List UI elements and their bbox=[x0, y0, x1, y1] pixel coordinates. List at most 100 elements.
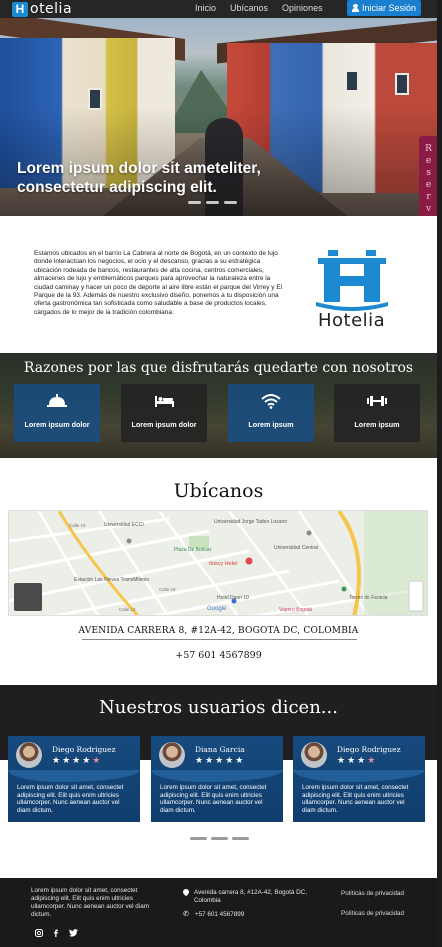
testimonial-card: Diana Garcia ★★★★★ Lorem ipsum dolor sit… bbox=[151, 736, 283, 822]
phone-icon: ✆ bbox=[183, 911, 189, 918]
reservar-letter: e bbox=[425, 156, 432, 166]
bell-icon bbox=[47, 394, 67, 407]
stars-off: ★ bbox=[92, 755, 103, 765]
hero-indicator[interactable] bbox=[206, 201, 219, 204]
stars-on: ★★★★★ bbox=[195, 755, 246, 765]
map-label: Hotel Dann 10 bbox=[217, 595, 249, 601]
nav-link-opiniones[interactable]: Opiniones bbox=[282, 3, 323, 13]
hero-carousel: Lorem ipsum dolor sit ameteliter, consec… bbox=[0, 18, 437, 216]
testimonial-indicator[interactable] bbox=[211, 837, 228, 840]
testimonial-indicators bbox=[190, 837, 249, 840]
map-label: Universidad ECCI bbox=[104, 522, 144, 528]
map-canvas[interactable]: Universidad ECCI Universidad Jorge Tadeo… bbox=[9, 511, 428, 616]
testimonial-indicator[interactable] bbox=[232, 837, 249, 840]
about-text: Estamos ubicados en el barrio La Cabrera… bbox=[34, 250, 283, 316]
instagram-icon[interactable] bbox=[35, 929, 43, 937]
twitter-icon[interactable] bbox=[69, 929, 78, 937]
testimonial-name: Diana Garcia bbox=[195, 745, 245, 754]
card-wave bbox=[151, 770, 283, 782]
reason-card[interactable]: Lorem ipsum bbox=[228, 384, 314, 442]
login-label: Iniciar Sesión bbox=[361, 3, 417, 13]
testimonial-name: Diego Rodriguez bbox=[337, 745, 401, 754]
location-title: Ubícanos bbox=[173, 480, 264, 502]
testimonials-section: Nuestros usuarios dicen... Diego Rodrigu… bbox=[0, 685, 437, 878]
reason-label: Lorem ipsum dolor bbox=[131, 420, 197, 429]
address-divider bbox=[82, 639, 357, 640]
reservar-letter: r bbox=[426, 192, 431, 202]
hero-indicator[interactable] bbox=[224, 201, 237, 204]
reason-label: Lorem ipsum bbox=[354, 420, 400, 429]
about-section: Estamos ubicados en el barrio La Cabrera… bbox=[0, 216, 437, 353]
location-section: Ubícanos Universidad ECCI Universidad Jo… bbox=[0, 458, 437, 685]
map-label: Universidad Jorge Tadeo Lozano bbox=[214, 519, 287, 525]
reasons-title: Razones por las que disfrutarás quedarte… bbox=[23, 360, 414, 376]
wifi-icon bbox=[261, 394, 281, 409]
testimonial-card: Diego Rodriguez ★★★★★ Lorem ipsum dolor … bbox=[8, 736, 140, 822]
map-label: Calle 13 bbox=[119, 607, 136, 612]
map[interactable]: Universidad ECCI Universidad Jorge Tadeo… bbox=[8, 510, 428, 616]
rating-stars: ★★★★★ bbox=[52, 755, 102, 766]
map-label: Universidad Central bbox=[274, 545, 318, 551]
bed-icon bbox=[155, 396, 174, 407]
navbar: H otelia Inicio Ubícanos Opiniones Inici… bbox=[0, 0, 442, 18]
reason-label: Lorem ipsum dolor bbox=[24, 420, 90, 429]
nav-link-inicio[interactable]: Inicio bbox=[195, 3, 216, 13]
map-label: Plaza De Bolívar bbox=[174, 547, 212, 553]
reason-label: Lorem ipsum bbox=[248, 420, 294, 429]
reason-card[interactable]: Lorem ipsum bbox=[334, 384, 420, 442]
map-label: Torres de Fenicia bbox=[349, 595, 388, 601]
reason-card[interactable]: Lorem ipsum dolor bbox=[121, 384, 207, 442]
page-edge bbox=[437, 0, 442, 947]
hero-title: Lorem ipsum dolor sit ameteliter, consec… bbox=[17, 160, 261, 196]
map-label: Calle 19 bbox=[69, 523, 86, 528]
login-button[interactable]: Iniciar Sesión bbox=[347, 0, 421, 16]
footer-about: Lorem ipsum dolor sit amet, consectet ad… bbox=[31, 887, 149, 918]
hero-indicators bbox=[188, 201, 237, 204]
testimonial-name: Diego Rodriguez bbox=[52, 745, 116, 754]
reason-card[interactable]: Lorem ipsum dolor bbox=[14, 384, 100, 442]
footer-address: Avenida carrera 8, #12A-42, Bogotá DC, C… bbox=[183, 889, 318, 905]
nav-links: Inicio Ubícanos Opiniones bbox=[195, 3, 323, 13]
testimonial-text: Lorem ipsum dolor sit amet, consectet ad… bbox=[17, 784, 124, 814]
facebook-icon[interactable] bbox=[52, 929, 60, 937]
brand-name: Hotelia bbox=[318, 310, 386, 331]
reasons-section: Razones por las que disfrutarás quedarte… bbox=[0, 353, 437, 458]
stars-off: ★ bbox=[367, 755, 378, 765]
footer-phone-text: +57 601 4567899 bbox=[195, 911, 245, 918]
logo-mark: H bbox=[12, 1, 28, 17]
reservar-letter: R bbox=[425, 144, 432, 154]
privacy-link[interactable]: Políticas de privacidad bbox=[341, 910, 404, 917]
testimonial-text: Lorem ipsum dolor sit amet, consectet ad… bbox=[302, 784, 409, 814]
map-label: Ibiscy Hotel bbox=[209, 561, 237, 567]
reservar-letter: s bbox=[426, 168, 431, 178]
reservar-letter: e bbox=[425, 180, 432, 190]
stars-on: ★★★★ bbox=[52, 755, 93, 765]
hero-indicator[interactable] bbox=[188, 201, 201, 204]
location-address: AVENIDA CARRERA 8, #12A-42, BOGOTA DC, C… bbox=[78, 626, 359, 636]
privacy-link[interactable]: Políticas de privacidad bbox=[341, 890, 404, 897]
footer: Lorem ipsum dolor sit amet, consectet ad… bbox=[0, 878, 437, 947]
testimonial-card: Diego Rodriguez ★★★★ Lorem ipsum dolor s… bbox=[293, 736, 425, 822]
stars-on: ★★★ bbox=[337, 755, 368, 765]
footer-social bbox=[35, 929, 78, 937]
rating-stars: ★★★★ bbox=[337, 755, 377, 766]
logo[interactable]: H otelia bbox=[12, 1, 72, 17]
card-wave bbox=[8, 770, 140, 782]
nav-link-ubicanos[interactable]: Ubícanos bbox=[230, 3, 268, 13]
testimonial-text: Lorem ipsum dolor sit amet, consectet ad… bbox=[160, 784, 267, 814]
map-label: Vapero Bogotá bbox=[279, 607, 312, 613]
gym-icon bbox=[367, 396, 387, 406]
footer-address-text: Avenida carrera 8, #12A-42, Bogotá DC, C… bbox=[194, 889, 307, 904]
footer-phone: ✆ +57 601 4567899 bbox=[183, 911, 244, 918]
location-pin-icon bbox=[183, 889, 189, 897]
map-label: Estación Las Nieves TransMilenio bbox=[74, 577, 149, 583]
map-label: Calle 18 bbox=[159, 587, 176, 592]
avatar bbox=[16, 742, 42, 768]
user-icon bbox=[351, 4, 359, 12]
map-label: Google bbox=[207, 606, 227, 612]
reservar-letter: v bbox=[425, 204, 432, 214]
testimonial-indicator[interactable] bbox=[190, 837, 207, 840]
card-wave bbox=[293, 770, 425, 782]
avatar bbox=[159, 742, 185, 768]
location-phone: +57 601 4567899 bbox=[175, 650, 262, 661]
